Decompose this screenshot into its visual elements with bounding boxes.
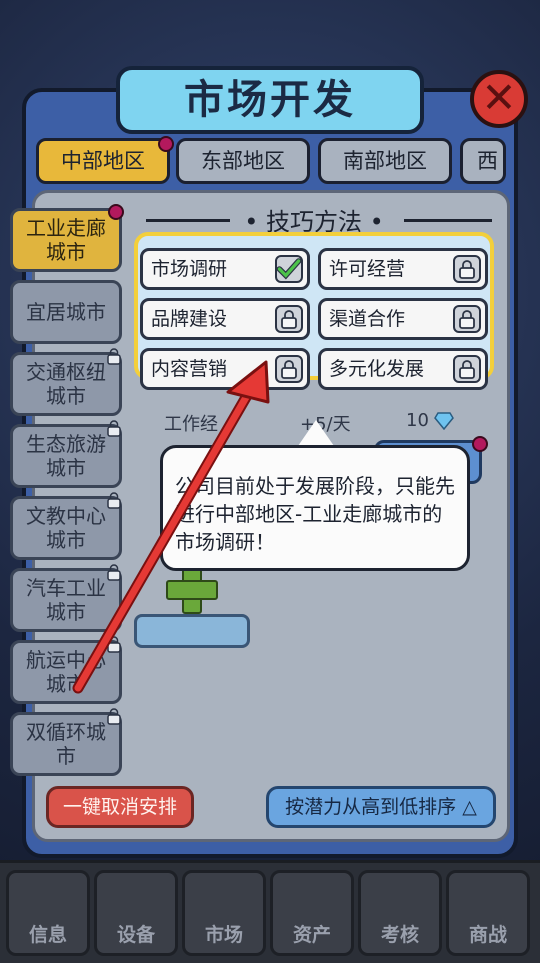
sort-label: 按潜力从高到低排序 — [285, 796, 457, 818]
cancel-all-button[interactable]: 一键取消安排 — [46, 786, 194, 828]
sort-button[interactable]: 按潜力从高到低排序 △ — [266, 786, 496, 828]
triangle-up-icon: △ — [462, 796, 477, 818]
cancel-all-label: 一键取消安排 — [62, 796, 177, 818]
